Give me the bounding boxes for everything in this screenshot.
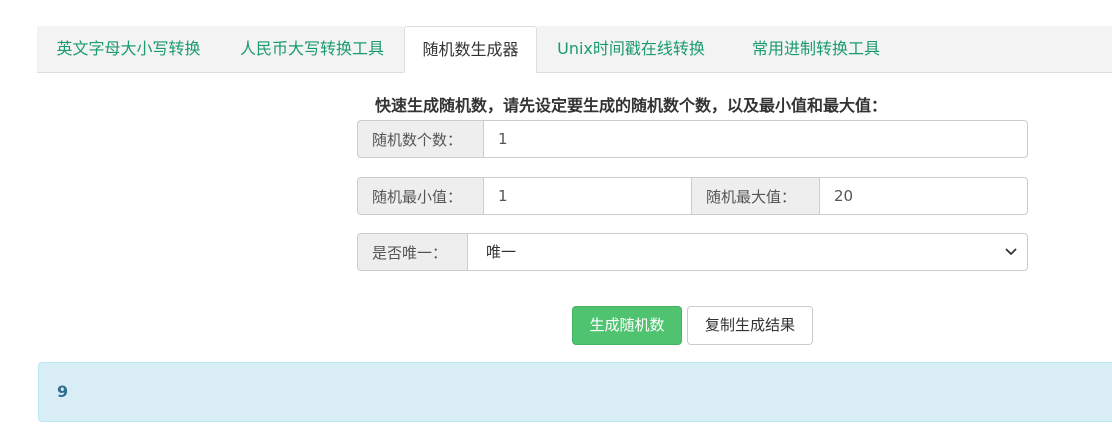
tab-strip-fill [907, 26, 1112, 72]
tab-rmb-converter[interactable]: 人民币大写转换工具 [220, 26, 404, 72]
instruction-text: 快速生成随机数，请先设定要生成的随机数个数，以及最小值和最大值： [375, 96, 888, 115]
result-value: 9 [57, 382, 69, 401]
unique-input-group: 是否唯一： 唯一 [357, 233, 1028, 271]
count-input[interactable] [483, 120, 1028, 158]
tab-bar: 英文字母大小写转换 人民币大写转换工具 随机数生成器 Unix时间戳在线转换 常… [37, 26, 1112, 73]
count-label: 随机数个数： [357, 120, 483, 158]
range-input-group: 随机最小值： 随机最大值： [357, 177, 1028, 215]
max-input[interactable] [819, 177, 1028, 215]
unique-select[interactable]: 唯一 [467, 233, 1028, 271]
unique-label: 是否唯一： [357, 233, 467, 271]
tab-case-converter[interactable]: 英文字母大小写转换 [37, 26, 220, 72]
generate-button[interactable]: 生成随机数 [572, 306, 682, 345]
chevron-down-icon [1005, 248, 1017, 255]
tab-base-converter[interactable]: 常用进制转换工具 [725, 26, 907, 72]
tab-random-generator[interactable]: 随机数生成器 [404, 26, 537, 73]
result-box: 9 [38, 362, 1112, 422]
copy-result-button[interactable]: 复制生成结果 [687, 306, 813, 345]
max-label: 随机最大值： [692, 177, 819, 215]
min-label: 随机最小值： [357, 177, 483, 215]
count-input-group: 随机数个数： [357, 120, 1028, 158]
unique-select-value: 唯一 [486, 243, 517, 261]
min-input[interactable] [483, 177, 692, 215]
tab-unix-timestamp[interactable]: Unix时间戳在线转换 [537, 26, 725, 72]
